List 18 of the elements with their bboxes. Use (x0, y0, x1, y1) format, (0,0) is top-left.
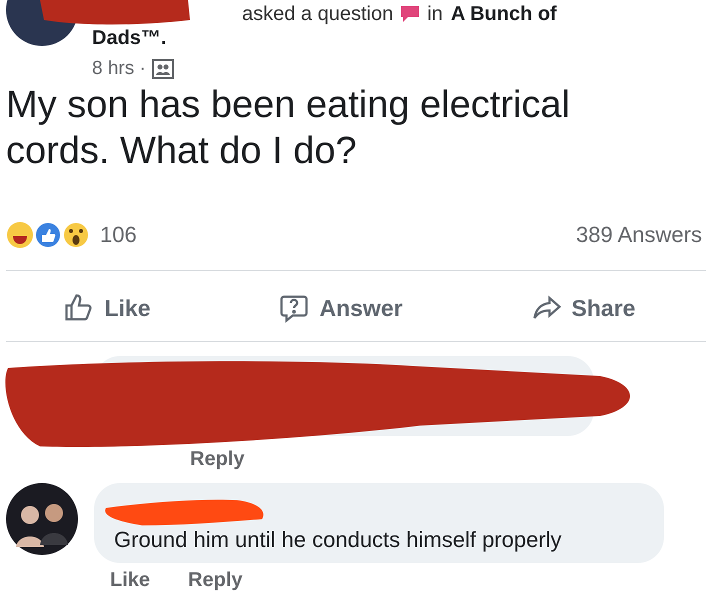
group-name[interactable]: A Bunch of (450, 2, 557, 26)
comment-action-link[interactable]: Like (110, 569, 150, 592)
post-action-text: asked a question (242, 2, 394, 26)
avatar (6, 483, 78, 555)
question-text: My son has been eating electrical cords. What do I do? (5, 83, 571, 174)
comment-action-link[interactable]: Reply (188, 569, 242, 592)
comment-text: Ground him until he conducts himself properly (114, 527, 563, 553)
in-text: in (427, 2, 443, 26)
answer-button[interactable]: Answer (271, 289, 411, 327)
reaction-count: 106 (100, 222, 137, 248)
comment-action-link[interactable]: Reply (190, 448, 244, 471)
thumbs-up-icon (64, 293, 94, 323)
group-icon (152, 59, 174, 79)
group-name[interactable]: Dads™. (92, 26, 166, 50)
post-time: 8 hrs · (92, 58, 146, 80)
answers-count[interactable]: 389 Answers (576, 222, 702, 248)
like-button[interactable]: Like (56, 289, 159, 327)
share-button[interactable]: Share (524, 289, 644, 327)
